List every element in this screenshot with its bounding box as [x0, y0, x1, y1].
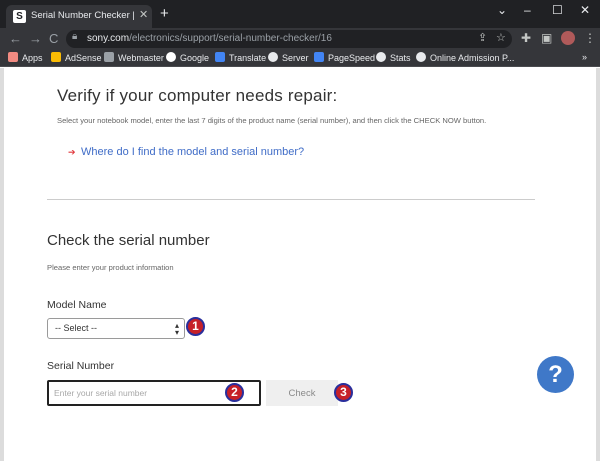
check-button[interactable]: Check: [266, 380, 338, 406]
select-arrows-icon: ▴ ▾: [174, 321, 179, 337]
browser-toolbar: ← → C 🔒︎ sony.com/electronics/support/se…: [0, 28, 600, 50]
find-serial-link[interactable]: Where do I find the model and serial num…: [81, 146, 304, 158]
bookmark-label: Online Admission P...: [430, 53, 515, 63]
browser-titlebar: S Serial Number Checker | Sony US ✕ + ⌄ …: [0, 0, 600, 28]
share-icon[interactable]: ⇪: [478, 31, 487, 44]
bookmark-google[interactable]: Google: [166, 52, 209, 63]
adsense-icon: [51, 52, 61, 62]
google-icon: [166, 52, 176, 62]
profile-avatar[interactable]: [561, 31, 575, 45]
browser-tab[interactable]: S Serial Number Checker | Sony US ✕: [6, 5, 152, 28]
annotation-badge-3: 3: [334, 383, 353, 402]
model-select[interactable]: -- Select -- ▴ ▾: [47, 318, 185, 339]
serial-number-label: Serial Number: [47, 360, 115, 372]
menu-kebab-icon[interactable]: ⋮: [584, 31, 596, 45]
url-path: /electronics/support/serial-number-check…: [129, 33, 332, 44]
bookmark-stats[interactable]: Stats: [376, 52, 411, 63]
tab-search-icon[interactable]: ⌄: [497, 3, 507, 17]
section-divider: [47, 199, 535, 200]
bookmark-label: Stats: [390, 53, 411, 63]
back-icon[interactable]: ←: [9, 31, 22, 46]
instructions-text: Select your notebook model, enter the la…: [57, 116, 487, 125]
bookmark-apps[interactable]: Apps: [8, 52, 43, 63]
bookmark-adsense[interactable]: AdSense: [51, 52, 102, 63]
bookmark-pagespeed[interactable]: PageSpeed: [314, 52, 375, 63]
new-tab-icon[interactable]: +: [160, 5, 169, 22]
model-name-label: Model Name: [47, 299, 107, 311]
globe-icon: [268, 52, 278, 62]
window-close-icon[interactable]: ✕: [580, 3, 590, 17]
sidebar-icon[interactable]: ▣: [541, 31, 552, 45]
url-text: sony.com/electronics/support/serial-numb…: [87, 33, 332, 44]
bookmark-translate[interactable]: Translate: [215, 52, 266, 63]
arrow-right-icon: ➔: [68, 147, 76, 157]
bookmark-label: Google: [180, 53, 210, 63]
helper-text: Please enter your product information: [47, 263, 174, 272]
model-select-value: -- Select --: [55, 323, 98, 333]
bookmark-label: Translate: [229, 53, 267, 63]
bookmark-label: AdSense: [65, 53, 102, 63]
url-host: sony.com: [87, 33, 130, 44]
extensions-icon[interactable]: ✚: [521, 31, 531, 45]
page-title: Verify if your computer needs repair:: [57, 86, 338, 105]
help-button[interactable]: ?: [537, 356, 574, 393]
section-title: Check the serial number: [47, 232, 210, 249]
page-right-margin: [596, 68, 600, 461]
pagespeed-icon: [314, 52, 324, 62]
address-bar[interactable]: 🔒︎ sony.com/electronics/support/serial-n…: [66, 30, 512, 48]
translate-icon: [215, 52, 225, 62]
tab-title: Serial Number Checker | Sony US: [31, 10, 136, 21]
bookmark-label: PageSpeed: [328, 53, 376, 63]
apps-grid-icon: [8, 52, 18, 62]
bookmarks-bar: Apps AdSense Webmaster Google Translate …: [0, 50, 600, 67]
sony-favicon-icon: S: [13, 10, 26, 23]
wordpress-icon: [376, 52, 386, 62]
bookmark-webmaster[interactable]: Webmaster: [104, 52, 164, 63]
bookmark-label: Apps: [22, 53, 43, 63]
webmaster-icon: [104, 52, 114, 62]
page-content: Verify if your computer needs repair: Se…: [0, 68, 600, 461]
bookmark-star-icon[interactable]: ☆: [496, 31, 506, 44]
annotation-badge-1: 1: [186, 317, 205, 336]
minimize-icon[interactable]: –: [524, 3, 531, 17]
page-left-margin: [0, 68, 4, 461]
tab-close-icon[interactable]: ✕: [139, 8, 148, 21]
reload-icon[interactable]: C: [49, 31, 58, 46]
bookmark-server[interactable]: Server: [268, 52, 309, 63]
maximize-icon[interactable]: ☐: [552, 3, 563, 17]
lock-icon: 🔒︎: [72, 31, 78, 42]
forward-icon[interactable]: →: [29, 31, 42, 46]
annotation-badge-2: 2: [225, 383, 244, 402]
bookmark-online-admission[interactable]: Online Admission P...: [416, 52, 514, 63]
globe-icon: [416, 52, 426, 62]
bookmark-label: Webmaster: [118, 53, 164, 63]
bookmark-label: Server: [282, 53, 309, 63]
bookmarks-overflow-icon[interactable]: »: [582, 52, 587, 62]
